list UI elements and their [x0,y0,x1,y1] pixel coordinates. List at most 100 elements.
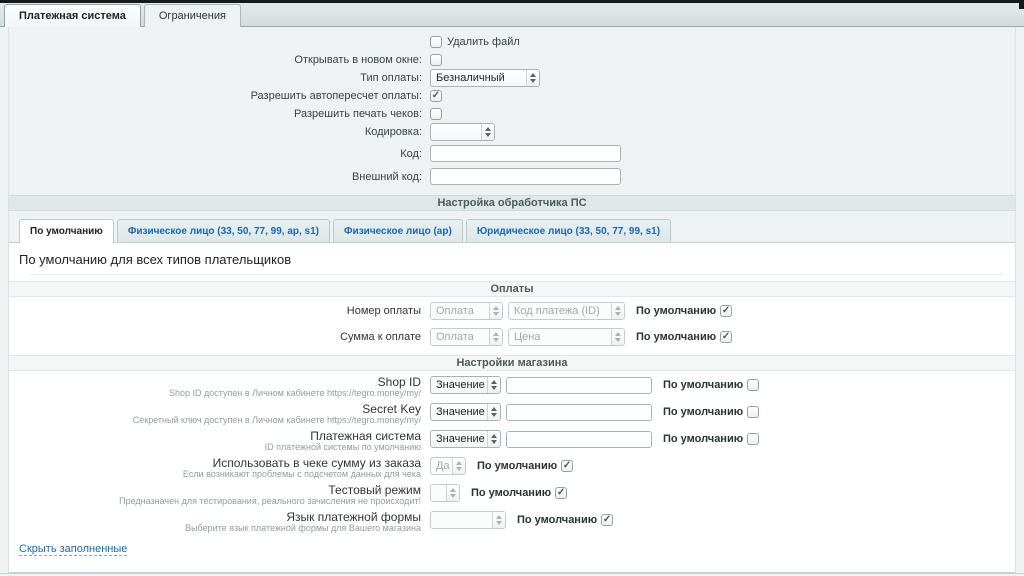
select-stepper-icon [481,124,494,140]
hide-filled-link[interactable]: Скрыть заполненные [19,543,127,556]
row-auto-recalc: Разрешить автопересчет оплаты: [9,87,1015,104]
form-language-default-checkbox[interactable] [601,514,613,526]
secret-key-sublabel: Секретный ключ доступен в Личном кабинет… [9,415,421,425]
use-order-sum-select[interactable]: Да [430,457,466,475]
tab-restrictions[interactable]: Ограничения [144,4,241,27]
delete-file-checkbox[interactable] [430,36,442,48]
row-payment-sum: Сумма к оплате Оплата Цена По умолчанию [9,325,1015,349]
payment-type-select[interactable]: Безналичный [430,69,540,87]
code-label: Код: [9,148,430,160]
default-label: По умолчанию [663,406,743,418]
payment-sum-label: Сумма к оплате [9,331,430,343]
select-stepper-icon [446,485,459,501]
payment-number-default-checkbox[interactable] [720,305,732,317]
select-stepper-icon [487,431,500,447]
code-input[interactable] [430,145,621,162]
panel-heading: По умолчанию для всех типов плательщиков [9,243,1015,274]
default-label: По умолчанию [663,433,743,445]
tab-payment-system[interactable]: Платежная система [4,4,141,27]
select-stepper-icon [492,512,505,528]
top-dark-corner [1019,0,1024,9]
shop-id-input[interactable] [506,377,652,394]
secret-key-input[interactable] [506,404,652,421]
test-mode-sublabel: Предназначен для тестирования, реального… [9,496,421,506]
default-label: По умолчанию [477,460,557,472]
secret-key-type-select[interactable]: Значение [430,403,501,421]
payments-section-title: Оплаты [9,281,1015,297]
payment-number-field-select[interactable]: Код платежа (ID) [508,302,625,320]
top-dark-strip [0,0,1024,3]
main-settings-form: Удалить файл Открывать в новом окне: Тип… [9,27,1015,186]
encoding-select[interactable] [430,123,495,141]
row-use-order-sum: Использовать в чеке сумму из заказа Если… [9,457,1015,479]
auto-recalc-label: Разрешить автопересчет оплаты: [9,90,430,102]
handler-tab-individual-ap[interactable]: Физическое лицо (ap) [333,219,463,242]
row-delete-file: Удалить файл [9,33,1015,50]
handler-settings-panel: По умолчанию для всех типов плательщиков… [9,242,1015,573]
form-content: Удалить файл Открывать в новом окне: Тип… [8,27,1016,573]
row-payment-system-id: Платежная система ID платежной системы п… [9,430,1015,452]
use-order-sum-default-checkbox[interactable] [561,460,573,472]
encoding-label: Кодировка: [9,126,430,138]
row-code: Код: [9,144,1015,163]
select-stepper-icon [526,70,539,86]
heading-divider [31,274,1003,275]
row-encoding: Кодировка: [9,123,1015,140]
select-stepper-icon [489,329,502,345]
row-secret-key: Secret Key Секретный ключ доступен в Лич… [9,403,1015,425]
row-payment-type: Тип оплаты: Безналичный [9,69,1015,86]
default-label: По умолчанию [663,379,743,391]
payment-number-label: Номер оплаты [9,305,430,317]
select-stepper-icon [487,377,500,393]
payment-system-id-input[interactable] [506,431,652,448]
handler-tab-legal[interactable]: Юридическое лицо (33, 50, 77, 99, s1) [466,219,671,242]
window-tab-bar: Платежная система Ограничения [0,0,1024,27]
select-stepper-icon [487,404,500,420]
external-code-input[interactable] [430,168,621,185]
auto-recalc-checkbox[interactable] [430,90,442,102]
row-shop-id: Shop ID Shop ID доступен в Личном кабине… [9,376,1015,398]
default-label: По умолчанию [636,331,716,343]
secret-key-default-checkbox[interactable] [747,406,759,418]
row-print-receipts: Разрешить печать чеков: [9,105,1015,122]
payment-system-settings-screen: Платежная система Ограничения Удалить фа… [0,0,1024,576]
payment-system-id-default-checkbox[interactable] [747,433,759,445]
default-label: По умолчанию [636,305,716,317]
test-mode-label: Тестовый режим [9,484,421,496]
payment-sum-default-checkbox[interactable] [720,331,732,343]
form-language-select[interactable] [430,511,506,529]
select-stepper-icon [611,329,624,345]
shop-id-sublabel: Shop ID доступен в Личном кабинете https… [9,388,421,398]
shop-id-label: Shop ID [9,376,421,388]
form-language-label: Язык платежной формы [9,511,421,523]
payment-system-id-sublabel: ID платежной системы по умолчанию [9,442,421,452]
secret-key-label: Secret Key [9,403,421,415]
print-receipts-checkbox[interactable] [430,108,442,120]
shop-id-type-select[interactable]: Значение [430,376,501,394]
row-form-language: Язык платежной формы Выберите язык плате… [9,511,1015,533]
shop-section-title: Настройки магазина [9,355,1015,371]
row-open-new-window: Открывать в новом окне: [9,51,1015,68]
payment-number-source-select[interactable]: Оплата [430,302,503,320]
delete-file-label: Удалить файл [447,36,520,48]
select-stepper-icon [489,303,502,319]
test-mode-default-checkbox[interactable] [555,487,567,499]
select-stepper-icon [611,303,624,319]
payment-system-id-label: Платежная система [9,430,421,442]
open-new-window-label: Открывать в новом окне: [9,54,430,66]
row-test-mode: Тестовый режим Предназначен для тестиров… [9,484,1015,506]
select-stepper-icon [452,458,465,474]
handler-tab-individual-full[interactable]: Физическое лицо (33, 50, 77, 99, ap, s1) [117,219,330,242]
shop-id-default-checkbox[interactable] [747,379,759,391]
payment-sum-field-select[interactable]: Цена [508,328,625,346]
use-order-sum-sublabel: Если возникают проблемы с подсчетом данн… [9,469,421,479]
payment-system-id-type-select[interactable]: Значение [430,430,501,448]
default-label: По умолчанию [517,514,597,526]
row-payment-number: Номер оплаты Оплата Код платежа (ID) По … [9,299,1015,323]
handler-tab-default[interactable]: По умолчанию [19,219,114,243]
payment-type-label: Тип оплаты: [9,72,430,84]
form-language-sublabel: Выберите язык платежной формы для Вашего… [9,523,421,533]
test-mode-select[interactable] [430,484,460,502]
open-new-window-checkbox[interactable] [430,54,442,66]
payment-sum-source-select[interactable]: Оплата [430,328,503,346]
